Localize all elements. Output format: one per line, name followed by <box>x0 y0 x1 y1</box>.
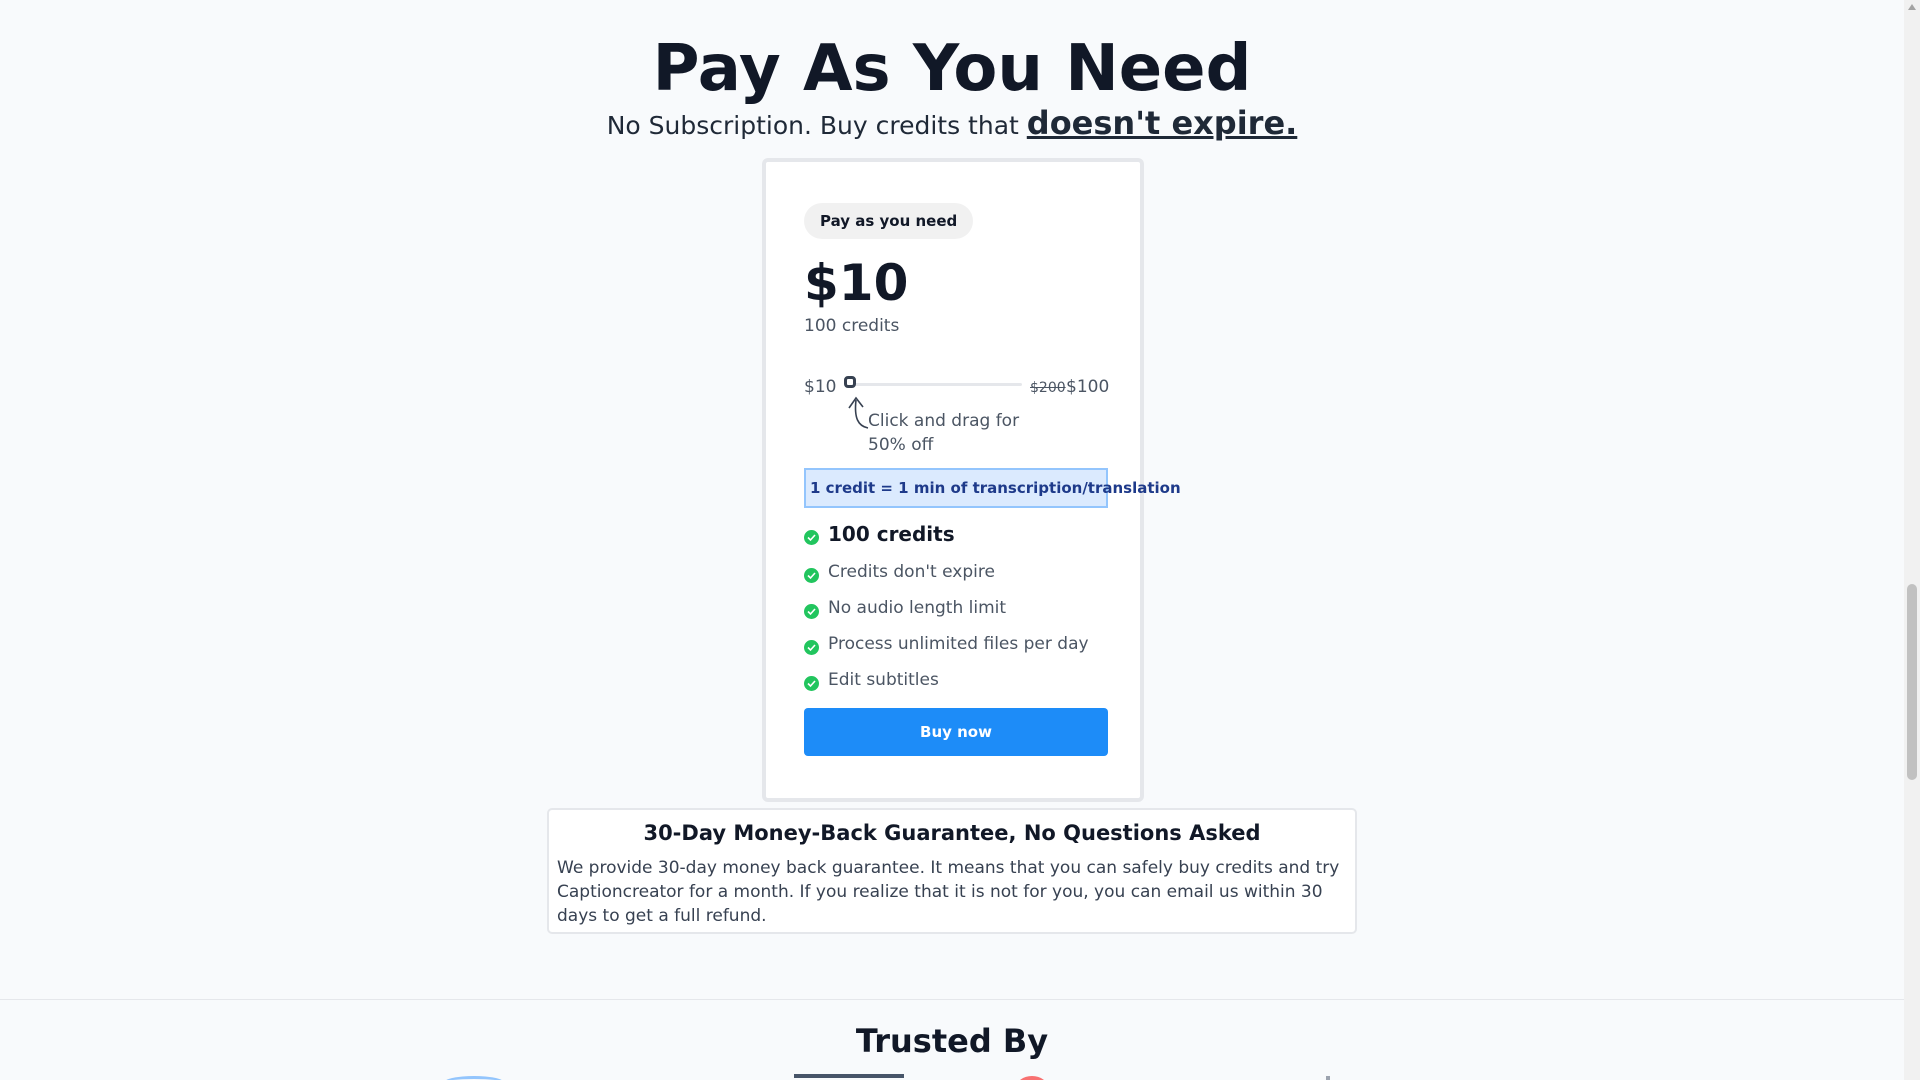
customer-logo <box>1326 1076 1330 1080</box>
guarantee-body: We provide 30-day money back guarantee. … <box>557 858 1340 926</box>
feature-item: No audio length limit <box>804 596 1108 632</box>
slider-thumb[interactable] <box>844 376 856 388</box>
plan-badge: Pay as you need <box>804 203 974 239</box>
feature-text: No audio length limit <box>828 598 1007 618</box>
page-subtitle: No Subscription. Buy credits that doesn'… <box>0 104 1904 142</box>
slider-track[interactable] <box>848 383 1022 386</box>
guarantee-box: 30-Day Money-Back Guarantee, No Question… <box>547 808 1357 934</box>
guarantee-title: 30-Day Money-Back Guarantee, No Question… <box>643 821 1261 845</box>
check-icon <box>804 530 819 545</box>
check-icon <box>804 676 819 691</box>
pricing-card: Pay as you need $10 100 credits $10 $200… <box>762 158 1181 802</box>
page: Pay As You Need No Subscription. Buy cre… <box>0 0 1904 1080</box>
scrollbar-thumb[interactable] <box>1907 584 1917 780</box>
customer-logos <box>0 1072 1904 1080</box>
customer-logo <box>444 1076 504 1080</box>
feature-text: 100 credits <box>828 522 955 546</box>
credit-info-box: 1 credit = 1 min of transcription/transl… <box>804 468 1181 508</box>
slider-old-price: $200 <box>1030 380 1066 396</box>
trusted-by-title: Trusted By <box>855 1022 1049 1060</box>
check-icon <box>804 568 819 583</box>
page-scrollbar[interactable] <box>1904 0 1920 1080</box>
subtitle-emphasis: doesn't expire. <box>1026 104 1298 142</box>
slider-min-label: $10 <box>804 377 837 397</box>
feature-text: Edit subtitles <box>828 670 939 690</box>
slider-max-label: $100 <box>1066 377 1110 397</box>
section-divider <box>0 999 1904 1000</box>
credit-info-text: 1 credit = 1 min of transcription/transl… <box>810 479 1181 497</box>
feature-list: 100 credits Credits don't expire No audi… <box>804 522 1108 704</box>
scroll-up-arrow-icon[interactable] <box>1908 4 1916 10</box>
page-title: Pay As You Need <box>652 32 1252 106</box>
price-credits: 100 credits <box>804 316 900 336</box>
feature-text: Credits don't expire <box>828 562 995 582</box>
slider-hint: Click and drag for 50% off <box>868 411 1020 455</box>
feature-item: Edit subtitles <box>804 668 1108 704</box>
feature-text: Process unlimited files per day <box>828 634 1089 654</box>
customer-logo <box>1016 1076 1048 1080</box>
customer-logo <box>794 1074 904 1080</box>
check-icon <box>804 604 819 619</box>
price-amount: $10 <box>804 254 909 312</box>
buy-now-button[interactable]: Buy now <box>804 708 1108 756</box>
feature-item: Credits don't expire <box>804 560 1108 596</box>
check-icon <box>804 640 819 655</box>
subtitle-text: No Subscription. Buy credits that <box>606 111 1027 140</box>
feature-item: 100 credits <box>804 522 1108 560</box>
feature-item: Process unlimited files per day <box>804 632 1108 668</box>
